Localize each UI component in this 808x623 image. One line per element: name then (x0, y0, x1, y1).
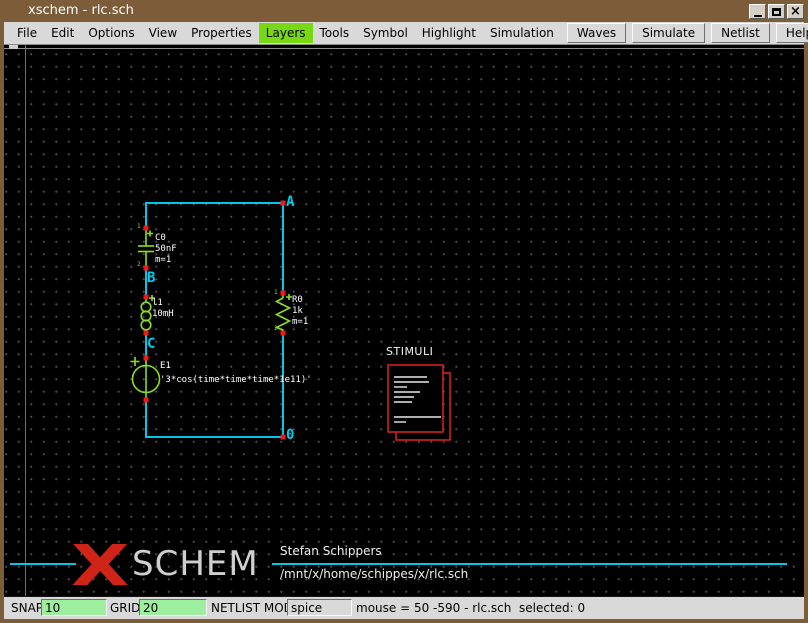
source-labels[interactable]: E1 '3*cos(time*time*time*1e11)' (160, 361, 312, 386)
close-icon: × (790, 6, 801, 17)
xschem-window: xschem - rlc.sch × File Edit Options Vie… (0, 0, 808, 623)
capacitor-mult: m=1 (155, 255, 177, 266)
menu-highlight[interactable]: Highlight (415, 23, 483, 43)
titlebar[interactable]: xschem - rlc.sch × (0, 0, 808, 22)
snap-input[interactable] (41, 599, 107, 616)
waves-button[interactable]: Waves (567, 23, 626, 43)
resistor-name: R0 (292, 295, 308, 306)
net-label-gnd[interactable]: 0 (286, 428, 294, 442)
source-symbol[interactable] (131, 357, 160, 400)
grid-input[interactable] (139, 599, 207, 616)
capacitor-labels[interactable]: C0 50nF m=1 (155, 233, 177, 266)
inductor-value: 10mH (152, 309, 174, 320)
status-bar: SNAP: GRID: NETLIST MODE: mouse = 50 -59… (4, 597, 804, 619)
menu-bar: File Edit Options View Properties Layers… (4, 22, 804, 45)
resistor-pin2: 2 (274, 326, 278, 332)
schematic-filepath: /mnt/x/home/schippes/x/rlc.sch (280, 567, 468, 581)
menu-properties[interactable]: Properties (184, 23, 259, 43)
stimuli-label[interactable]: STIMULI (386, 345, 433, 358)
plus-sign-icon (147, 231, 153, 237)
mouse-coordinates-text: mouse = 50 -590 - rlc.sch selected: 0 (356, 601, 585, 615)
author-text: Stefan Schippers (280, 544, 382, 558)
menu-file[interactable]: File (10, 23, 44, 43)
netlist-mode-input[interactable] (287, 599, 352, 616)
resistor-pin1: 1 (274, 290, 278, 296)
menu-view[interactable]: View (142, 23, 184, 43)
maximize-button[interactable] (768, 4, 785, 19)
maximize-icon (772, 8, 781, 16)
capacitor-pin2: 2 (137, 262, 141, 268)
menu-options[interactable]: Options (81, 23, 141, 43)
schematic-canvas[interactable]: A B C 0 C0 50nF m=1 1 2 l1 10mH E1 '3*co… (4, 45, 804, 597)
resistor-value: 1k (292, 306, 308, 317)
resistor-mult: m=1 (292, 317, 308, 328)
net-label-a[interactable]: A (286, 195, 294, 209)
simulate-button[interactable]: Simulate (632, 23, 705, 43)
window-title: xschem - rlc.sch (28, 3, 134, 18)
menu-symbol[interactable]: Symbol (356, 23, 415, 43)
plus-sign-icon (131, 357, 140, 366)
stimuli-box[interactable] (388, 365, 450, 440)
minimize-icon (754, 15, 762, 17)
capacitor-name: C0 (155, 233, 177, 244)
inductor-labels[interactable]: l1 10mH (152, 298, 174, 320)
schematic-drawing (4, 45, 804, 597)
menu-edit[interactable]: Edit (44, 23, 81, 43)
window-controls: × (749, 4, 804, 19)
logo-brand-text: SCHEM (132, 547, 259, 581)
inductor-name: l1 (152, 298, 174, 309)
source-value: '3*cos(time*time*time*1e11)' (160, 375, 312, 386)
logo-x-letter: X (71, 539, 129, 595)
minimize-button[interactable] (749, 4, 766, 19)
net-label-b[interactable]: B (147, 271, 155, 285)
menu-simulation[interactable]: Simulation (483, 23, 561, 43)
net-label-c[interactable]: C (147, 337, 155, 351)
capacitor-value: 50nF (155, 244, 177, 255)
menu-layers[interactable]: Layers (259, 23, 313, 43)
close-button[interactable]: × (787, 4, 804, 19)
resistor-symbol[interactable] (277, 293, 293, 333)
source-name: E1 (160, 361, 312, 372)
capacitor-pin1: 1 (137, 224, 141, 230)
netlist-button[interactable]: Netlist (711, 23, 770, 43)
help-button[interactable]: Help (776, 23, 808, 43)
menu-tools[interactable]: Tools (313, 23, 357, 43)
resistor-labels[interactable]: R0 1k m=1 (292, 295, 308, 328)
